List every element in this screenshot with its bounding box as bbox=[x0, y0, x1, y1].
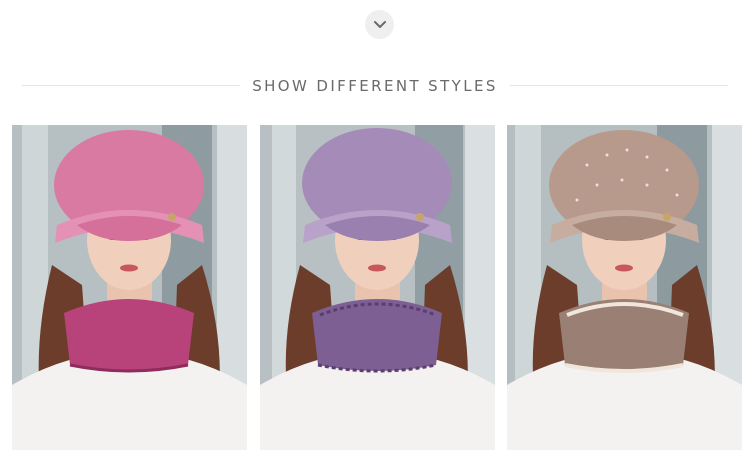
section-header: SHOW DIFFERENT STYLES bbox=[22, 74, 728, 98]
product-image-beige[interactable] bbox=[507, 125, 742, 450]
scroll-down-button[interactable] bbox=[365, 10, 394, 39]
product-image-purple[interactable] bbox=[260, 125, 495, 450]
chevron-down-icon bbox=[373, 20, 386, 28]
product-image-pink[interactable] bbox=[12, 125, 247, 450]
divider-right bbox=[510, 85, 728, 86]
section-title: SHOW DIFFERENT STYLES bbox=[252, 77, 498, 95]
